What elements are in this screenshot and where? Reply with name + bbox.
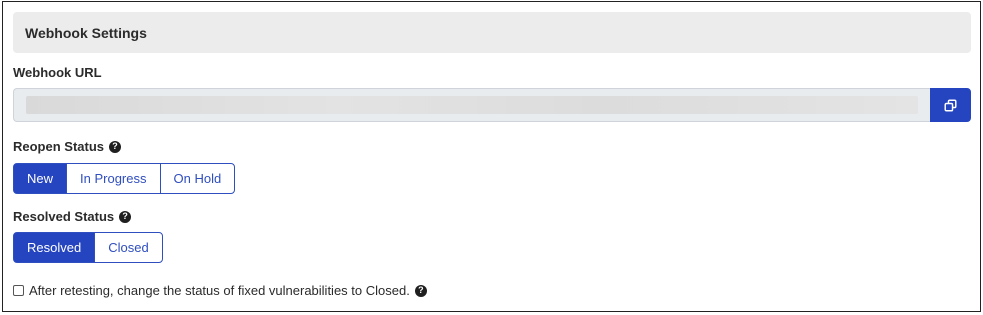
question-circle-icon[interactable]: ? xyxy=(109,140,122,153)
webhook-url-field[interactable] xyxy=(13,88,930,122)
retest-option-checkbox[interactable] xyxy=(13,285,24,296)
webhook-url-label: Webhook URL xyxy=(13,65,102,80)
resolved-status-resolved-button[interactable]: Resolved xyxy=(13,232,96,263)
copy-url-button[interactable] xyxy=(930,88,971,122)
reopen-status-on-hold-button[interactable]: On Hold xyxy=(159,163,236,194)
reopen-status-group: New In Progress On Hold xyxy=(13,163,236,194)
question-circle-icon[interactable]: ? xyxy=(119,210,132,223)
resolved-status-group: Resolved Closed xyxy=(13,232,163,263)
webhook-url-value xyxy=(26,96,918,114)
retest-option-label[interactable]: After retesting, change the status of fi… xyxy=(29,283,410,298)
webhook-url-label-text: Webhook URL xyxy=(13,65,102,80)
reopen-status-label-text: Reopen Status xyxy=(13,139,105,154)
panel-title: Webhook Settings xyxy=(25,24,147,41)
resolved-status-label-text: Resolved Status xyxy=(13,209,115,224)
reopen-status-in-progress-button[interactable]: In Progress xyxy=(66,163,161,194)
webhook-url-group xyxy=(13,88,971,122)
reopen-status-new-button[interactable]: New xyxy=(13,163,68,194)
copy-icon xyxy=(944,98,957,112)
question-circle-icon[interactable]: ? xyxy=(414,284,427,297)
panel-header: Webhook Settings xyxy=(13,12,971,53)
resolved-status-label: Resolved Status ? xyxy=(13,209,132,224)
resolved-status-closed-button[interactable]: Closed xyxy=(94,232,163,263)
reopen-status-label: Reopen Status ? xyxy=(13,139,122,154)
webhook-settings-panel: Webhook Settings Webhook URL Reopen Stat… xyxy=(2,1,981,312)
retest-option-row: After retesting, change the status of fi… xyxy=(13,283,427,298)
